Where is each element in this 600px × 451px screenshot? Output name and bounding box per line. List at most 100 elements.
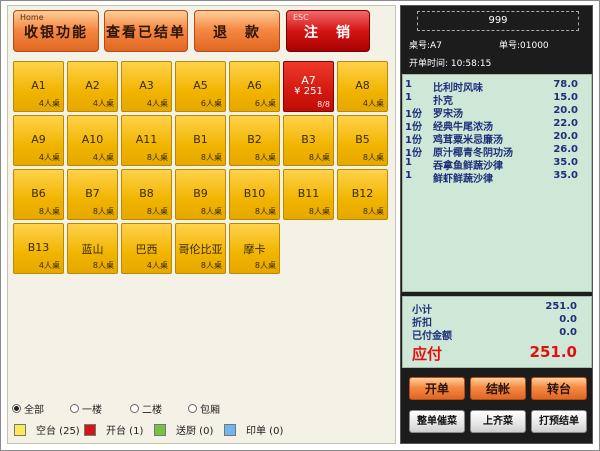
order-item-row[interactable]: 1份 鸡茸粟米忌廉汤 20.0 xyxy=(403,131,591,146)
order-item-qty: 1 xyxy=(405,92,412,103)
paid-value: 0.0 xyxy=(559,327,577,338)
table-name: A9 xyxy=(31,133,46,146)
print-prebill-button[interactable]: 打预结单 xyxy=(531,410,587,433)
order-item-row[interactable]: 1 鲜虾鲜蔬沙律 35.0 xyxy=(403,170,591,185)
table-capacity: 8人桌 xyxy=(254,207,276,216)
order-item-price: 26.0 xyxy=(553,144,578,155)
transfer-table-button[interactable]: 转台 xyxy=(531,377,587,400)
logout-label: 注 销 xyxy=(304,25,352,41)
table-tile[interactable]: B7 8人桌 xyxy=(67,169,118,220)
table-tile[interactable]: B12 8人桌 xyxy=(337,169,388,220)
refund-button[interactable]: 退 款 xyxy=(194,10,280,52)
table-tile[interactable]: A7 ¥ 251 8/8 xyxy=(283,61,334,112)
amount-due-label: 应付 xyxy=(412,345,443,363)
view-settled-bills-button[interactable]: 查看已结单 xyxy=(104,10,188,52)
table-tile[interactable]: B5 8人桌 xyxy=(337,115,388,166)
order-item-price: 20.0 xyxy=(553,105,578,116)
bill-number: 单号:01000 xyxy=(499,41,549,51)
table-amount: ¥ 251 xyxy=(294,86,323,97)
order-item-price: 78.0 xyxy=(553,79,578,90)
table-name: A6 xyxy=(247,79,262,92)
rush-order-button[interactable]: 整单催菜 xyxy=(409,410,465,433)
checkout-button[interactable]: 结帐 xyxy=(470,377,526,400)
radio-icon[interactable] xyxy=(188,404,197,413)
amount-due-value: 251.0 xyxy=(529,343,577,361)
legend-label: 开台 (1) xyxy=(106,426,144,437)
table-tile[interactable]: A3 4人桌 xyxy=(121,61,172,112)
table-name: 哥伦比亚 xyxy=(178,243,223,256)
order-item-row[interactable]: 1 比利时风味 78.0 xyxy=(403,79,591,94)
table-tile[interactable]: 巴西 4人桌 xyxy=(121,223,172,274)
table-capacity: 8人桌 xyxy=(308,207,330,216)
table-name: 摩卡 xyxy=(243,243,266,256)
order-item-price: 22.0 xyxy=(553,118,578,129)
table-tile[interactable]: B6 8人桌 xyxy=(13,169,64,220)
area-filter-option[interactable]: 包厢 xyxy=(188,401,220,416)
open-table-button[interactable]: 开单 xyxy=(409,377,465,400)
order-item-qty: 1 xyxy=(405,157,412,168)
table-tile[interactable]: B11 8人桌 xyxy=(283,169,334,220)
table-capacity: 6人桌 xyxy=(200,99,222,108)
table-capacity: 8人桌 xyxy=(200,207,222,216)
table-name: A5 xyxy=(193,79,208,92)
table-tile[interactable]: B3 8人桌 xyxy=(283,115,334,166)
cashier-functions-button[interactable]: Home 收银功能 xyxy=(13,10,99,52)
table-tile[interactable]: A8 4人桌 xyxy=(337,61,388,112)
table-capacity: 8人桌 xyxy=(308,153,330,162)
legend-swatch xyxy=(154,423,166,436)
table-tile[interactable]: A11 8人桌 xyxy=(121,115,172,166)
order-item-row[interactable]: 1 扑克 15.0 xyxy=(403,92,591,107)
table-capacity: 4人桌 xyxy=(92,99,114,108)
order-item-list[interactable]: 1 比利时风味 78.0 1 扑克 15.0 1份 罗宋汤 20.0 1份 经典牛尾浓汤 22.0 1份… xyxy=(402,74,592,292)
table-tile[interactable]: A1 4人桌 xyxy=(13,61,64,112)
radio-icon[interactable] xyxy=(12,404,21,413)
table-tile[interactable]: B10 8人桌 xyxy=(229,169,280,220)
serve-all-button[interactable]: 上齐菜 xyxy=(470,410,526,433)
table-tile[interactable]: A10 4人桌 xyxy=(67,115,118,166)
table-tile[interactable]: A6 6人桌 xyxy=(229,61,280,112)
table-tile[interactable]: 蓝山 8人桌 xyxy=(67,223,118,274)
code-display[interactable]: 999 xyxy=(417,11,579,31)
table-capacity: 8人桌 xyxy=(146,153,168,162)
table-capacity: 4人桌 xyxy=(38,261,60,270)
table-capacity: 8人桌 xyxy=(92,261,114,270)
order-item-qty: 1 xyxy=(405,79,412,90)
table-tile[interactable]: B9 8人桌 xyxy=(175,169,226,220)
table-capacity: 8人桌 xyxy=(254,153,276,162)
table-tile[interactable]: A9 4人桌 xyxy=(13,115,64,166)
legend-label: 送厨 (0) xyxy=(176,426,214,437)
table-tile[interactable]: 哥伦比亚 8人桌 xyxy=(175,223,226,274)
table-tile[interactable]: B13 4人桌 xyxy=(13,223,64,274)
order-item-row[interactable]: 1份 原汁椰青冬阴功汤 26.0 xyxy=(403,144,591,159)
logout-button[interactable]: ESC 注 销 xyxy=(286,10,370,52)
table-tile[interactable]: A2 4人桌 xyxy=(67,61,118,112)
cashier-functions-label: 收银功能 xyxy=(24,25,88,41)
table-capacity: 8人桌 xyxy=(362,207,384,216)
table-capacity: 8人桌 xyxy=(200,261,222,270)
table-name: B10 xyxy=(243,187,266,200)
area-filter-option[interactable]: 全部 xyxy=(12,401,44,416)
legend-label: 空台 (25) xyxy=(36,426,80,437)
radio-icon[interactable] xyxy=(70,404,79,413)
table-name: 蓝山 xyxy=(81,243,104,256)
order-item-row[interactable]: 1份 经典牛尾浓汤 22.0 xyxy=(403,118,591,133)
table-name: A2 xyxy=(85,79,100,92)
table-capacity: 4人桌 xyxy=(92,153,114,162)
area-filter-option[interactable]: 二楼 xyxy=(130,401,162,416)
open-time: 开单时间: 10:58:15 xyxy=(409,59,492,69)
legend-label: 印单 (0) xyxy=(246,426,284,437)
order-item-row[interactable]: 1 吞拿鱼鲜蔬沙律 35.0 xyxy=(403,157,591,172)
legend-item: 空台 (25) xyxy=(14,422,80,437)
table-tile[interactable]: B1 8人桌 xyxy=(175,115,226,166)
area-filter-option[interactable]: 一楼 xyxy=(70,401,102,416)
legend-item: 印单 (0) xyxy=(224,422,283,437)
table-tile[interactable]: B8 8人桌 xyxy=(121,169,172,220)
order-item-price: 20.0 xyxy=(553,131,578,142)
order-item-row[interactable]: 1份 罗宋汤 20.0 xyxy=(403,105,591,120)
table-tile[interactable]: B2 8人桌 xyxy=(229,115,280,166)
radio-icon[interactable] xyxy=(130,404,139,413)
table-name: B7 xyxy=(85,187,100,200)
table-capacity: 4人桌 xyxy=(362,99,384,108)
table-tile[interactable]: 摩卡 8人桌 xyxy=(229,223,280,274)
table-tile[interactable]: A5 6人桌 xyxy=(175,61,226,112)
